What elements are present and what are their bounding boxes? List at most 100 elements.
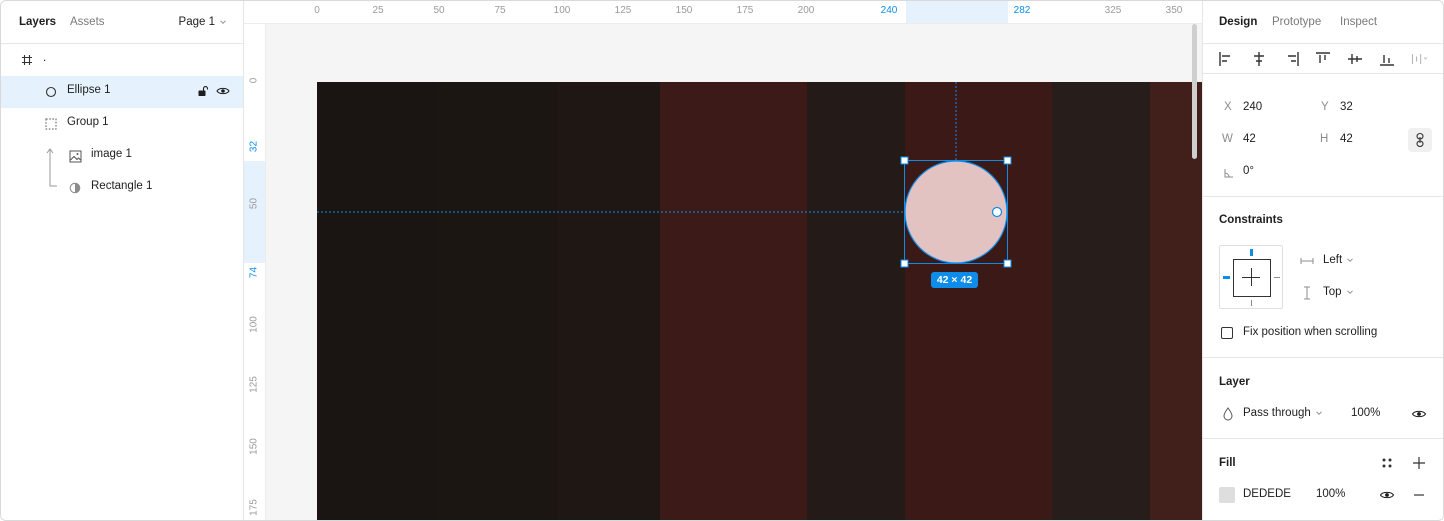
- rotation-icon: [1224, 169, 1233, 178]
- horizontal-constraint-value: Left: [1323, 254, 1343, 266]
- rotation-input[interactable]: 0°: [1243, 165, 1254, 177]
- blend-mode-value: Pass through: [1243, 407, 1311, 419]
- layer-row-ellipse-1[interactable]: Ellipse 1: [1, 76, 243, 108]
- fill-hex-input[interactable]: DEDEDE: [1243, 488, 1291, 500]
- vertical-constraint-icon: [1304, 286, 1310, 300]
- fill-color-swatch[interactable]: [1219, 487, 1235, 503]
- ruler-tick: 150: [248, 438, 260, 455]
- chevron-down-icon: [1315, 411, 1322, 416]
- chevron-down-icon: [1346, 290, 1353, 295]
- page-selector[interactable]: Page 1: [179, 16, 227, 28]
- layer-opacity-input[interactable]: 100%: [1351, 407, 1380, 419]
- eye-icon[interactable]: [1411, 406, 1427, 422]
- layer-label-image-1: image 1: [91, 148, 132, 160]
- tab-design[interactable]: Design: [1219, 16, 1257, 28]
- ellipse-icon: [44, 85, 58, 99]
- right-panel-tabs: Design Prototype Inspect: [1203, 1, 1443, 44]
- horizontal-constraint-icon: [1300, 258, 1314, 264]
- h-label: H: [1320, 133, 1329, 145]
- constraints-section: Constraints Left Top Fix position when s…: [1203, 197, 1443, 358]
- align-top-icon[interactable]: [1314, 50, 1332, 68]
- layer-row-rectangle-1[interactable]: Rectangle 1: [1, 172, 243, 204]
- ruler-selection-highlight: [906, 1, 1008, 23]
- alignment-toolbar: [1203, 44, 1443, 74]
- y-input[interactable]: 32: [1340, 101, 1353, 113]
- constraints-inner-box: [1233, 259, 1271, 297]
- fill-opacity-input[interactable]: 100%: [1316, 488, 1345, 500]
- blend-mode-icon: [1223, 407, 1233, 421]
- ruler-tick: 350: [1165, 5, 1183, 16]
- tab-layers[interactable]: Layers: [19, 16, 56, 28]
- align-vertical-center-icon[interactable]: [1346, 50, 1364, 68]
- height-input[interactable]: 42: [1340, 133, 1353, 145]
- ruler-tick: 0: [248, 77, 260, 84]
- align-right-icon[interactable]: [1283, 50, 1301, 68]
- fix-position-label: Fix position when scrolling: [1243, 326, 1378, 338]
- add-fill-icon[interactable]: [1411, 455, 1427, 471]
- align-left-icon[interactable]: [1217, 50, 1235, 68]
- vertical-ruler: 0 32 50 74 100 125 150 175: [244, 24, 266, 520]
- tab-assets[interactable]: Assets: [70, 16, 105, 28]
- selection-size-badge: 42 × 42: [936, 274, 973, 286]
- ruler-tick-selection-end: 282: [1013, 5, 1031, 16]
- ruler-tick: 50: [433, 5, 445, 16]
- layer-row-image-1[interactable]: image 1: [1, 140, 243, 172]
- x-label: X: [1224, 101, 1232, 113]
- layer-label-group-1: Group 1: [67, 116, 109, 128]
- constraint-left-active[interactable]: [1223, 276, 1230, 279]
- layer-row-frame[interactable]: .: [1, 44, 243, 76]
- constraint-top-active[interactable]: [1250, 249, 1253, 256]
- horizontal-constraint-select[interactable]: Left: [1323, 254, 1354, 266]
- ruler-tick: 200: [797, 5, 815, 16]
- link-icon: [1416, 132, 1424, 148]
- vertical-scrollbar[interactable]: [1192, 24, 1197, 159]
- w-label: W: [1222, 133, 1233, 145]
- position-section: X 240 Y 32 W 42 H 42 0°: [1203, 83, 1443, 197]
- left-panel-tabs: Layers Assets Page 1: [1, 1, 243, 44]
- ruler-tick: 100: [248, 316, 260, 333]
- blend-mode-select[interactable]: Pass through: [1243, 407, 1323, 419]
- frame-icon: [20, 53, 34, 67]
- y-label: Y: [1321, 101, 1329, 113]
- ruler-tick: 175: [248, 499, 260, 516]
- constraint-center-h: [1242, 277, 1260, 278]
- layer-label-ellipse-1: Ellipse 1: [67, 84, 111, 96]
- resize-handle: [900, 156, 909, 165]
- unlock-icon[interactable]: [196, 84, 210, 98]
- layers-panel: Layers Assets Page 1 . Ellipse 1 Group 1…: [1, 1, 244, 520]
- vertical-constraint-select[interactable]: Top: [1323, 286, 1354, 298]
- constraints-widget[interactable]: [1219, 245, 1283, 309]
- vertical-constraint-value: Top: [1323, 286, 1342, 298]
- mask-icon: [68, 181, 82, 195]
- align-bottom-icon[interactable]: [1378, 50, 1396, 68]
- resize-handle: [900, 259, 909, 268]
- tab-prototype[interactable]: Prototype: [1272, 16, 1321, 28]
- eye-icon[interactable]: [216, 84, 230, 98]
- selection-overlay: [317, 82, 1012, 288]
- ruler-tick: 100: [553, 5, 571, 16]
- ruler-tick: 125: [614, 5, 632, 16]
- align-horizontal-center-icon[interactable]: [1250, 50, 1268, 68]
- design-canvas[interactable]: 42 × 42: [266, 24, 1202, 520]
- eye-icon[interactable]: [1379, 487, 1395, 503]
- remove-fill-icon[interactable]: [1411, 487, 1427, 503]
- ruler-tick-selection-start: 240: [880, 5, 898, 16]
- group-icon: [44, 117, 58, 131]
- ruler-tick-selection-end: 74: [248, 266, 260, 279]
- ellipse-1-shape: [904, 160, 1008, 264]
- constraint-right[interactable]: [1274, 277, 1280, 278]
- fix-position-checkbox[interactable]: [1221, 327, 1233, 339]
- x-input[interactable]: 240: [1243, 101, 1262, 113]
- ruler-tick-selection-start: 32: [248, 140, 260, 153]
- resize-handle: [1003, 156, 1012, 165]
- layer-row-group-1[interactable]: Group 1: [1, 108, 243, 140]
- style-grid-icon[interactable]: [1379, 455, 1395, 471]
- width-input[interactable]: 42: [1243, 133, 1256, 145]
- constrain-proportions-button[interactable]: [1408, 128, 1432, 152]
- ruler-tick: 75: [494, 5, 506, 16]
- distribute-icon[interactable]: [1410, 50, 1428, 68]
- tab-inspect[interactable]: Inspect: [1340, 16, 1377, 28]
- image-icon: [68, 149, 82, 163]
- constraint-bottom[interactable]: [1251, 300, 1252, 306]
- constraints-title: Constraints: [1219, 214, 1283, 226]
